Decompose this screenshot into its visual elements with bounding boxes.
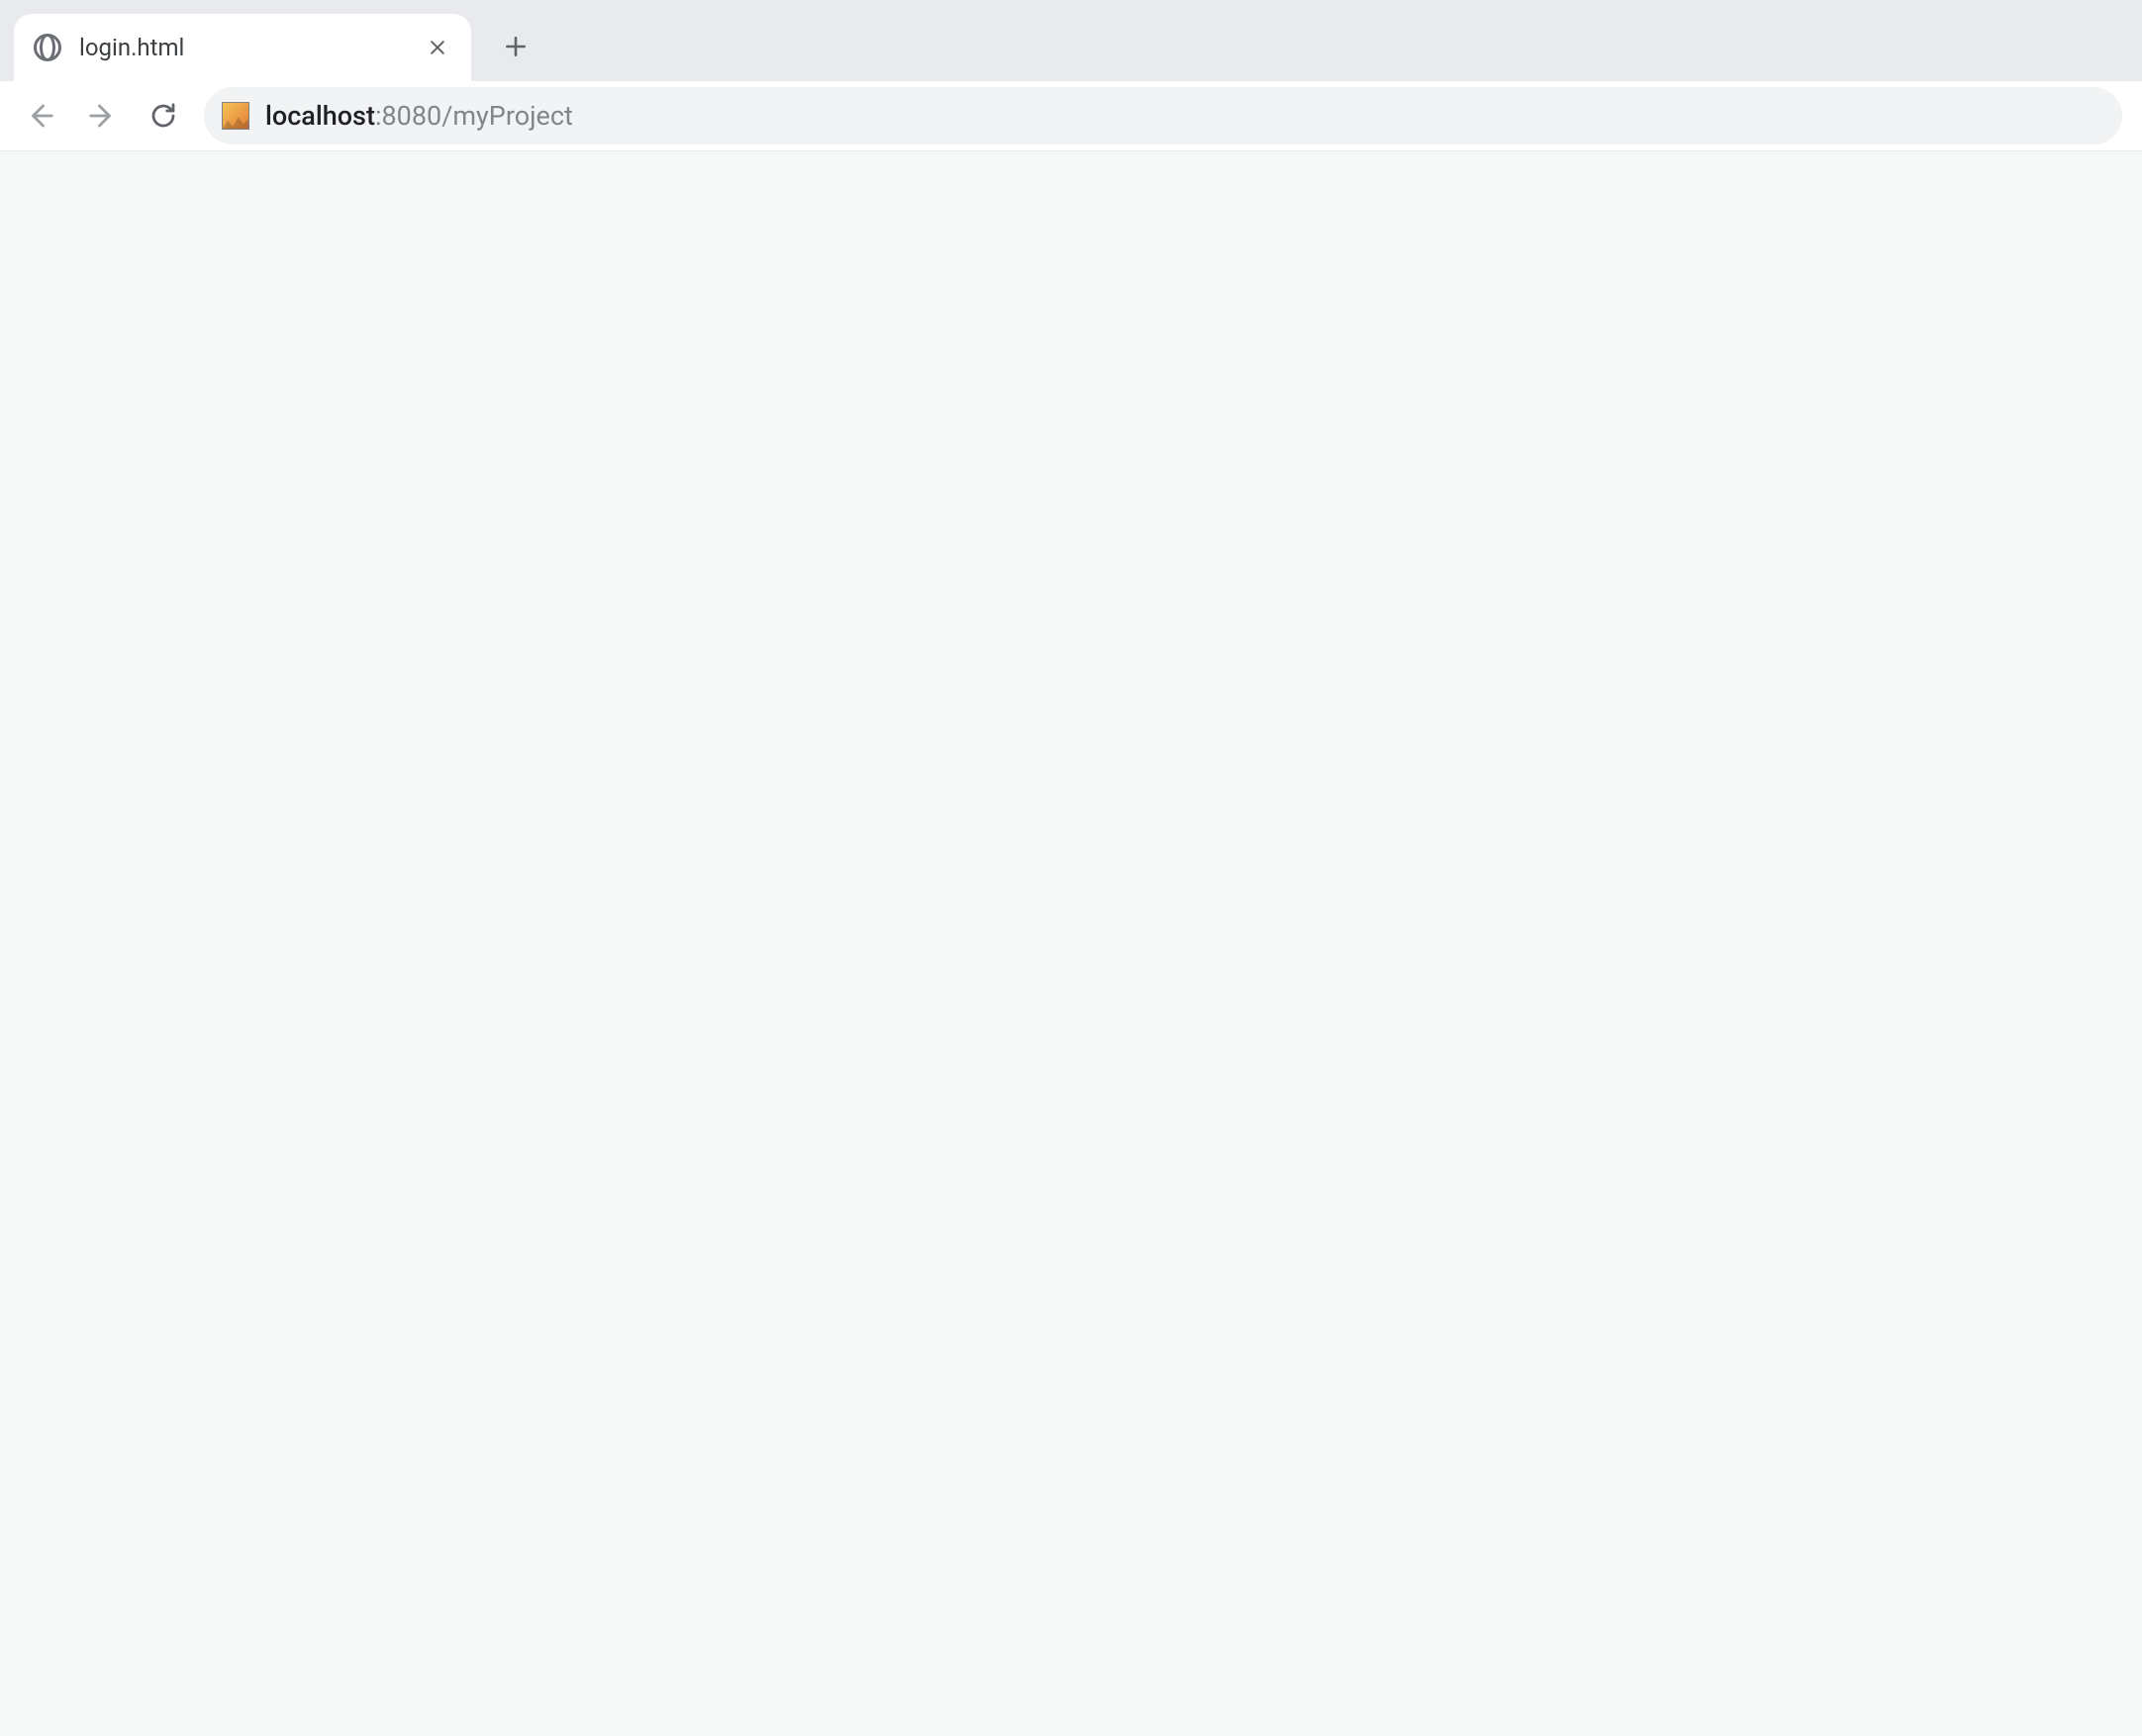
- new-tab-button[interactable]: [489, 20, 542, 73]
- site-broken-image-icon: [222, 102, 249, 130]
- forward-button[interactable]: [73, 87, 131, 145]
- page-viewport: [0, 151, 2142, 1736]
- url-text: localhost:8080/myProject: [265, 100, 573, 132]
- globe-icon: [34, 34, 61, 61]
- tab-strip: login.html: [0, 0, 2142, 81]
- page-body-empty: [0, 151, 2142, 1736]
- reload-button[interactable]: [135, 87, 192, 145]
- close-icon[interactable]: [424, 34, 451, 61]
- tab-title: login.html: [79, 34, 424, 61]
- browser-tab[interactable]: login.html: [14, 14, 471, 81]
- address-bar[interactable]: localhost:8080/myProject: [204, 87, 2122, 145]
- browser-toolbar: localhost:8080/myProject: [0, 81, 2142, 151]
- url-host: localhost: [265, 100, 375, 132]
- url-rest: :8080/myProject: [375, 100, 573, 132]
- back-button[interactable]: [12, 87, 69, 145]
